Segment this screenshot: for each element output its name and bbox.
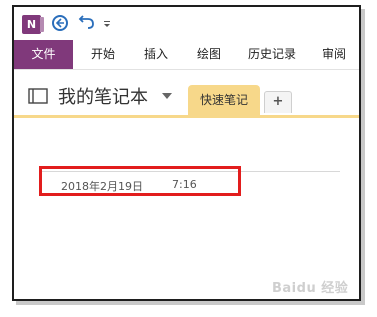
ribbon-tabs: 文件 开始 插入 绘图 历史记录 审阅 xyxy=(14,40,359,70)
tab-home[interactable]: 开始 xyxy=(82,40,124,69)
notebook-header: 我的笔记本 快速笔记 + xyxy=(14,69,359,119)
section-tab-quick-notes[interactable]: 快速笔记 xyxy=(188,85,260,115)
tab-insert[interactable]: 插入 xyxy=(135,40,177,69)
notebook-icon xyxy=(28,88,48,104)
tab-history[interactable]: 历史记录 xyxy=(240,40,304,69)
tab-draw[interactable]: 绘图 xyxy=(188,40,230,69)
highlight-annotation-box xyxy=(39,166,241,196)
back-arrow-icon[interactable] xyxy=(52,15,68,31)
notebook-title[interactable]: 我的笔记本 xyxy=(58,83,148,109)
baidu-watermark: Baidu 经验 xyxy=(272,281,349,296)
onenote-window: N 文件 开始 插入 绘图 历史记录 审阅 我的笔记本 快速笔记 + 2018年… xyxy=(12,5,361,301)
dropdown-arrow-icon[interactable] xyxy=(162,93,172,99)
undo-icon[interactable] xyxy=(78,13,96,31)
page-canvas[interactable]: 2018年2月19日 7:16 xyxy=(14,118,359,299)
onenote-logo-icon[interactable]: N xyxy=(22,15,44,34)
qat-dropdown-icon[interactable] xyxy=(102,19,112,29)
add-section-button[interactable]: + xyxy=(264,91,292,113)
tab-file[interactable]: 文件 xyxy=(14,40,73,69)
tab-review[interactable]: 审阅 xyxy=(314,40,354,69)
quick-access-toolbar: N xyxy=(14,7,359,40)
